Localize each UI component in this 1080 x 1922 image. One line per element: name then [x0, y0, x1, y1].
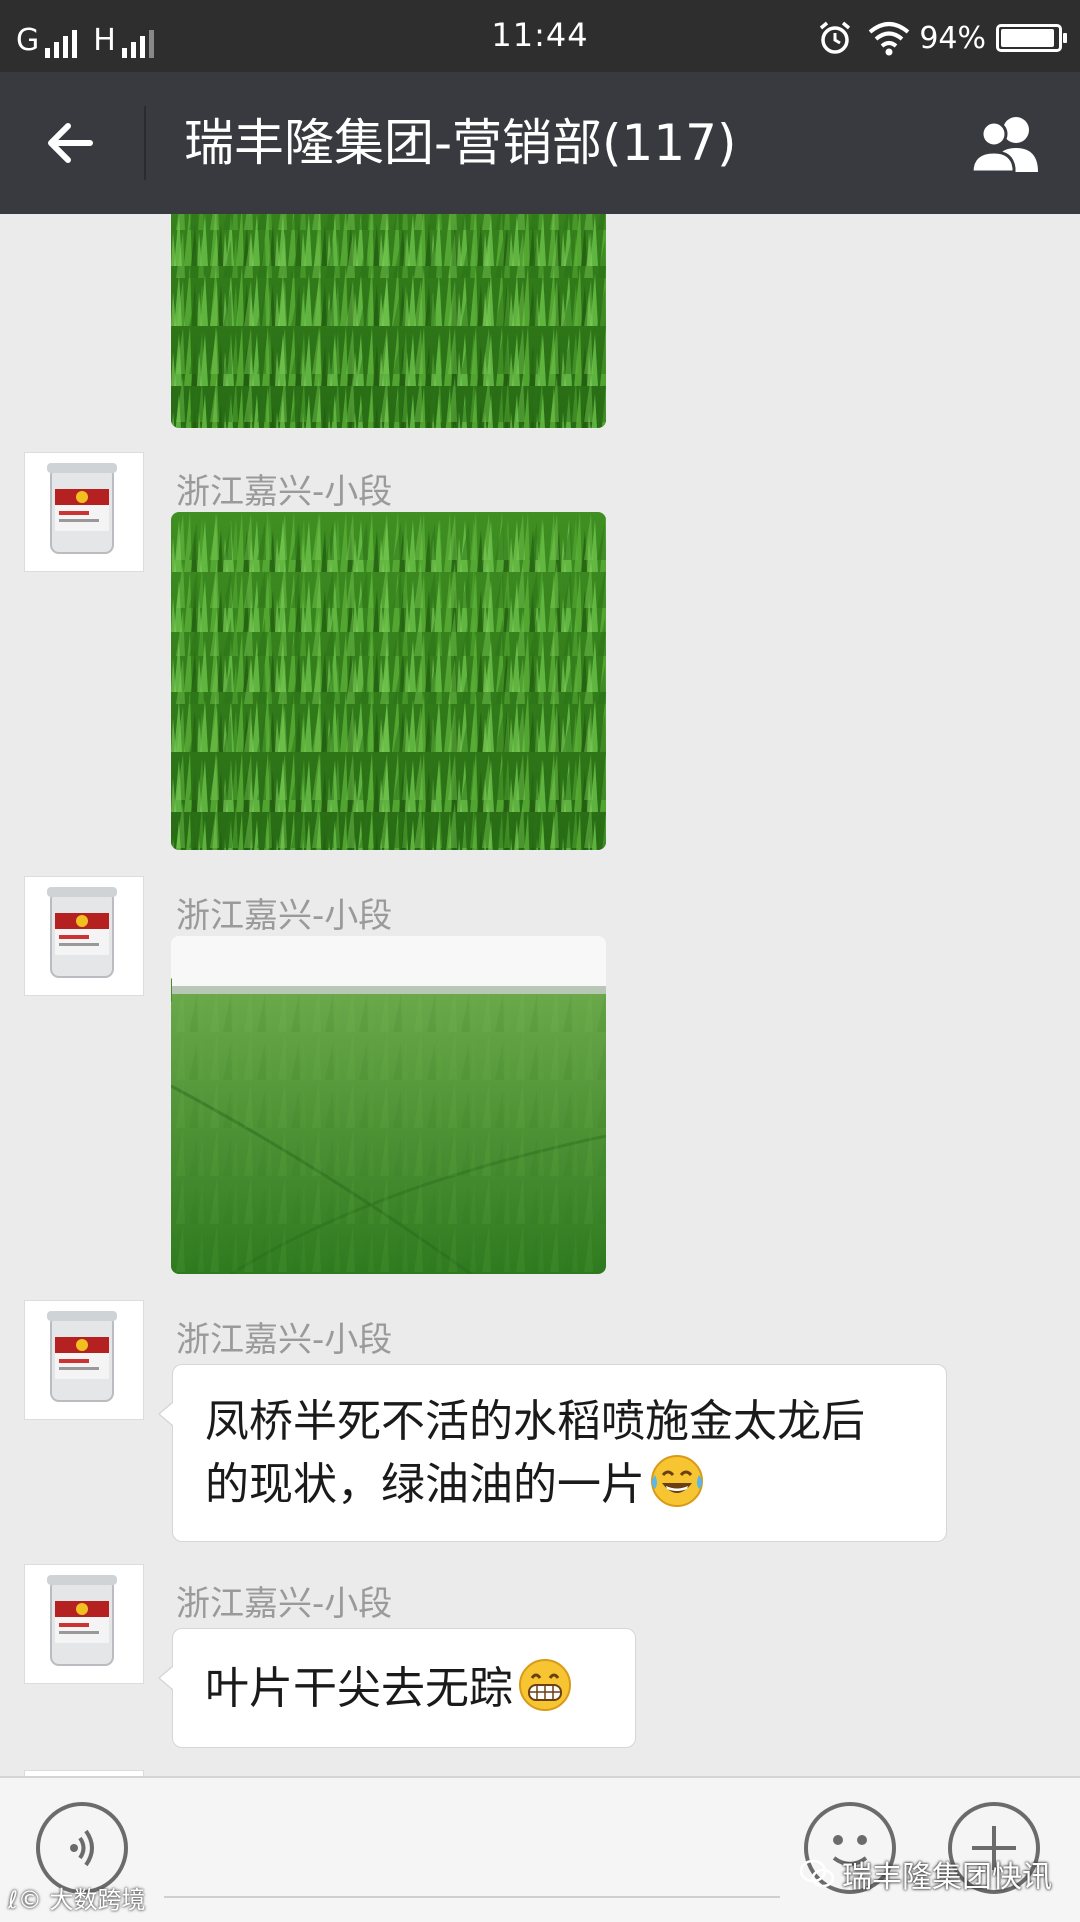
avatar[interactable]: [24, 1564, 144, 1684]
status-right: 94%: [817, 18, 1067, 58]
product-bucket-avatar: [25, 1301, 143, 1419]
avatar[interactable]: [24, 1300, 144, 1420]
watermark-left-text: 大数跨境: [49, 1886, 146, 1914]
battery-fill: [1001, 29, 1054, 47]
message-input[interactable]: [164, 1896, 780, 1898]
chat-title: 瑞丰隆集团-营销部(117): [184, 114, 737, 172]
rice-field-closeup: [171, 214, 606, 428]
product-bucket-avatar: [25, 877, 143, 995]
text-message[interactable]: 叶片干尖去无踪: [158, 1628, 636, 1748]
avatar[interactable]: [24, 876, 144, 996]
image-message[interactable]: [171, 214, 606, 428]
rice-field-wide: [171, 936, 606, 1274]
product-bucket-avatar: [25, 453, 143, 571]
battery-icon: [996, 24, 1067, 52]
grinning-emoji: [519, 1659, 571, 1711]
message-line-text: 的现状，绿油油的一片: [205, 1459, 645, 1510]
rice-field-closeup: [171, 512, 606, 850]
status-bar: G H 11:44 94%: [0, 0, 1080, 72]
sender-name: 浙江嘉兴-小段: [176, 472, 393, 512]
product-bucket-avatar: [25, 1565, 143, 1683]
voice-icon: [70, 1829, 94, 1867]
back-arrow-icon[interactable]: [40, 112, 102, 174]
chat-header: 瑞丰隆集团-营销部(117): [0, 72, 1080, 214]
group-members-icon[interactable]: [964, 110, 1048, 176]
message-line-2: 的现状，绿油油的一片: [205, 1453, 914, 1516]
watermark-right-text: 瑞丰隆集团快讯: [842, 1860, 1052, 1895]
watermark-right: 瑞丰隆集团快讯: [800, 1852, 1052, 1896]
alarm-icon: [820, 21, 851, 54]
wechat-icon: [800, 1859, 834, 1888]
image-message[interactable]: [171, 936, 606, 1274]
title-divider: [144, 106, 146, 180]
tears-of-joy-emoji: [651, 1455, 703, 1507]
sender-name: 浙江嘉兴-小段: [176, 1320, 393, 1360]
watermark-logo-icon: ℓ©: [8, 1886, 50, 1914]
watermark-left: ℓ© 大数跨境: [8, 1880, 146, 1915]
message-line: 凤桥半死不活的水稻喷施金太龙后: [205, 1396, 865, 1447]
image-message[interactable]: [171, 512, 606, 850]
wifi-icon: [869, 22, 910, 56]
sender-name: 浙江嘉兴-小段: [176, 896, 393, 936]
text-message[interactable]: 凤桥半死不活的水稻喷施金太龙后 的现状，绿油油的一片: [158, 1364, 947, 1542]
message-line: 叶片干尖去无踪: [205, 1663, 513, 1714]
sender-name: 浙江嘉兴-小段: [176, 1584, 393, 1624]
avatar[interactable]: [24, 452, 144, 572]
battery-percent: 94%: [919, 20, 986, 56]
input-bar: [0, 1776, 1080, 1922]
chat-messages[interactable]: 浙江嘉兴-小段 浙江嘉兴-小段 浙江嘉兴-小段 凤桥半死不活的水稻喷施金太龙后 …: [0, 214, 1080, 1776]
